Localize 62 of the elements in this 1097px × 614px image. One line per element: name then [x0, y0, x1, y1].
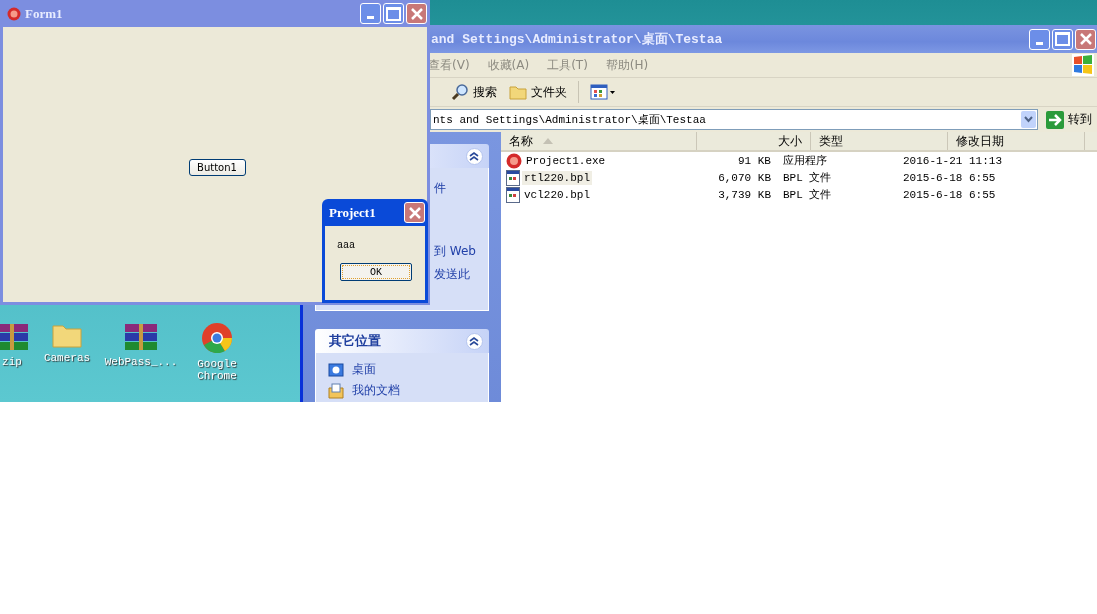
file-date: 2016-1-21 11:13: [902, 154, 1003, 167]
close-button[interactable]: [1075, 28, 1096, 50]
windows-logo-icon: [1072, 54, 1094, 76]
column-header[interactable]: 类型: [811, 132, 948, 150]
column-header[interactable]: 名称: [501, 132, 697, 150]
toolbar-button[interactable]: 文件夹: [506, 81, 570, 103]
form-button[interactable]: Button1: [188, 159, 246, 176]
minimize-button[interactable]: [1029, 28, 1050, 50]
close-icon: [408, 206, 421, 219]
maximize-button[interactable]: [383, 3, 404, 24]
chevron-icon: [469, 151, 480, 161]
archive-icon[interactable]: [123, 322, 159, 352]
collapse-button[interactable]: [466, 332, 483, 350]
close-icon: [410, 7, 423, 20]
file-name[interactable]: Project1.exe: [524, 153, 608, 168]
browser-icon[interactable]: [201, 322, 233, 354]
task-link[interactable]: 发送此: [434, 266, 470, 283]
toolbar-button[interactable]: 搜索: [448, 81, 500, 103]
dialog-message: aaa: [337, 240, 356, 251]
library-file-icon: [506, 186, 520, 203]
minimize-button[interactable]: [360, 3, 381, 24]
app-icon: [506, 152, 522, 169]
panel-title: 其它位置: [329, 332, 381, 350]
collapse-button[interactable]: [466, 147, 483, 165]
window-title: Form1: [25, 5, 64, 22]
folder-icon[interactable]: [52, 322, 82, 348]
place-link[interactable]: 我的文档: [352, 382, 400, 399]
file-name[interactable]: vcl220.bpl: [522, 187, 592, 202]
library-file-icon: [506, 169, 520, 186]
close-button[interactable]: [404, 202, 425, 223]
folder-icon: [509, 84, 527, 100]
file-type: BPL 文件: [782, 171, 833, 185]
chevron-icon: [469, 336, 480, 346]
file-type: BPL 文件: [782, 188, 833, 202]
file-size: 91 KB: [736, 154, 772, 167]
dropdown-icon[interactable]: [1021, 111, 1036, 128]
file-size: 6,070 KB: [717, 171, 772, 184]
close-icon: [1079, 33, 1092, 45]
close-button[interactable]: [406, 3, 427, 24]
desktop-icon: [328, 361, 344, 378]
file-size: 3,739 KB: [717, 188, 772, 201]
file-name[interactable]: rtl220.bpl: [522, 170, 592, 185]
app-icon: [7, 6, 21, 21]
column-header[interactable]: 修改日期: [948, 132, 1085, 150]
file-date: 2015-6-18 6:55: [902, 171, 997, 184]
place-link[interactable]: 桌面: [352, 361, 376, 378]
task-link[interactable]: 件: [434, 180, 446, 197]
window-title: and Settings\Administrator\桌面\Testaa: [431, 31, 723, 48]
sort-arrow-icon: [543, 138, 553, 144]
arrow-icon: [1046, 110, 1064, 129]
maximize-button[interactable]: [1052, 28, 1073, 50]
task-link[interactable]: 到 Web: [434, 243, 476, 260]
search-icon: [451, 83, 469, 101]
column-header[interactable]: 大小: [697, 132, 811, 150]
archive-icon[interactable]: [0, 322, 30, 352]
go-button[interactable]: 转到: [1042, 110, 1096, 129]
dialog-title: Project1: [329, 204, 376, 221]
file-date: 2015-6-18 6:55: [902, 188, 997, 201]
ok-button[interactable]: OK: [340, 263, 412, 281]
address-field[interactable]: nts and Settings\Administrator\桌面\Testaa: [430, 109, 1038, 130]
documents-icon: [328, 382, 344, 399]
file-type: 应用程序: [782, 154, 828, 168]
